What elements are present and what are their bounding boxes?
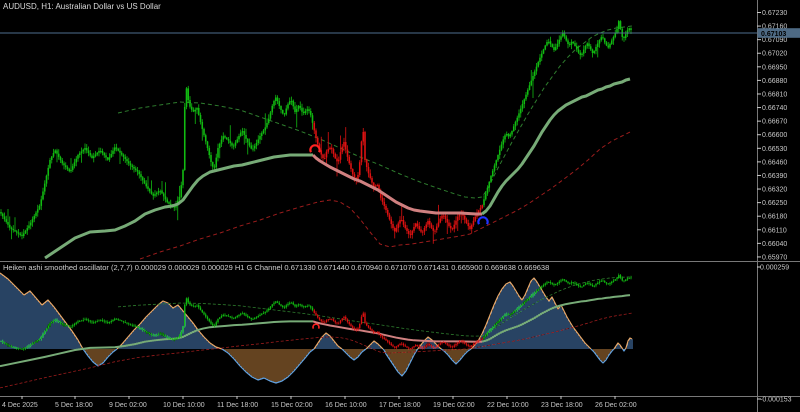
svg-text:0.66180: 0.66180: [762, 214, 787, 221]
chart-symbol-title: AUDUSD, H1: Australian Dollar vs US Doll…: [3, 2, 161, 11]
main-chart-panel[interactable]: [0, 20, 757, 260]
svg-text:-0.000153: -0.000153: [760, 397, 792, 404]
svg-text:0.65970: 0.65970: [762, 254, 787, 261]
svg-text:0.66600: 0.66600: [762, 132, 787, 139]
time-axis[interactable]: 4 Dec 2025 5 Dec 18:00 9 Dec 02:00 10 Dec 1…: [2, 396, 637, 409]
svg-text:17 Dec 18:00: 17 Dec 18:00: [379, 402, 421, 409]
svg-text:9 Dec 02:00: 9 Dec 02:00: [109, 402, 147, 409]
svg-text:0.66040: 0.66040: [762, 241, 787, 248]
svg-text:16 Dec 10:00: 16 Dec 10:00: [325, 402, 367, 409]
price-axis[interactable]: 0.672300.671600.670900.670200.669500.668…: [757, 10, 800, 404]
indicator-title: Heiken ashi smoothed oscillator (2,7,7) …: [3, 263, 550, 272]
svg-text:0.66110: 0.66110: [762, 227, 787, 234]
svg-text:0.66740: 0.66740: [762, 105, 787, 112]
svg-text:0.66880: 0.66880: [762, 78, 787, 85]
svg-text:0.66670: 0.66670: [762, 119, 787, 126]
svg-text:23 Dec 18:00: 23 Dec 18:00: [541, 402, 583, 409]
svg-text:0.66810: 0.66810: [762, 91, 787, 98]
svg-text:0.67230: 0.67230: [762, 10, 787, 17]
svg-text:26 Dec 02:00: 26 Dec 02:00: [595, 402, 637, 409]
sell-signal-marker: [309, 144, 321, 153]
svg-text:0.66950: 0.66950: [762, 64, 787, 71]
buy-signal-marker: [477, 216, 489, 225]
svg-text:15 Dec 02:00: 15 Dec 02:00: [271, 402, 313, 409]
svg-text:10 Dec 10:00: 10 Dec 10:00: [163, 402, 205, 409]
svg-text:0.66320: 0.66320: [762, 187, 787, 194]
trading-terminal-chart-window: 0.67230 0.67160 0.67090 0.67020 0.66950 0.668…: [0, 0, 800, 412]
svg-text:0.66390: 0.66390: [762, 173, 787, 180]
indicator-panel[interactable]: [0, 272, 633, 389]
svg-text:19 Dec 02:00: 19 Dec 02:00: [433, 402, 475, 409]
svg-text:4 Dec 2025: 4 Dec 2025: [2, 402, 38, 409]
svg-text:5 Dec 18:00: 5 Dec 18:00: [55, 402, 93, 409]
svg-text:0.67020: 0.67020: [762, 51, 787, 58]
svg-text:11 Dec 18:00: 11 Dec 18:00: [217, 402, 258, 409]
svg-text:0.000259: 0.000259: [760, 265, 789, 272]
svg-text:0.66250: 0.66250: [762, 200, 787, 207]
svg-text:0.66530: 0.66530: [762, 146, 787, 153]
svg-text:0.67103: 0.67103: [761, 31, 786, 38]
svg-text:22 Dec 10:00: 22 Dec 10:00: [487, 402, 529, 409]
svg-text:0.67090: 0.67090: [762, 37, 787, 44]
svg-text:0.66460: 0.66460: [762, 159, 787, 166]
chart-svg: 0.672300.671600.670900.670200.669500.668…: [0, 0, 800, 412]
